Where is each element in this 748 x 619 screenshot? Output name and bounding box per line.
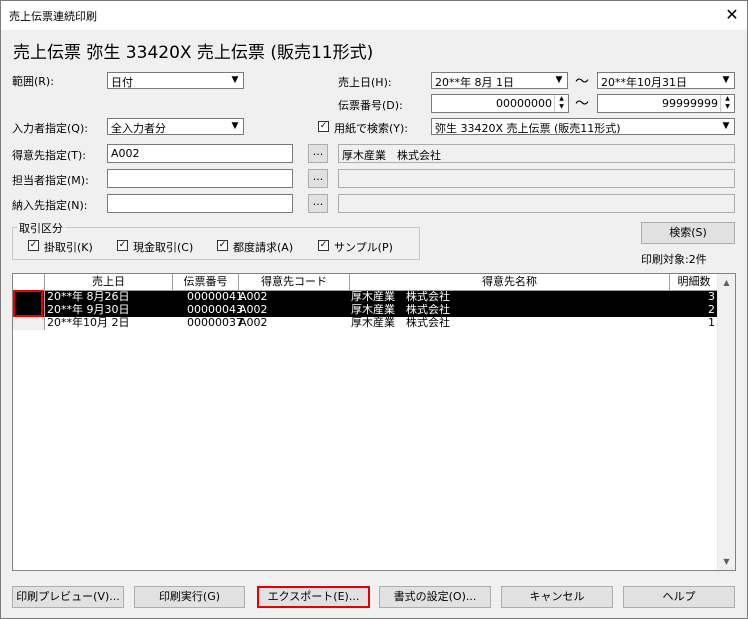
- dialog-window: 売上伝票連続印刷 ✕ 売上伝票 弥生 33420X 売上伝票 (販売11形式) …: [0, 0, 748, 619]
- print-target-count: 印刷対象:2件: [641, 253, 707, 266]
- title-bar: 売上伝票連続印刷 ✕: [1, 1, 747, 30]
- cell-date: 20**年 8月26日: [47, 291, 130, 303]
- slip-to-stepper[interactable]: 99999999 ▲ ▼: [597, 94, 735, 113]
- chevron-down-icon[interactable]: ▼: [227, 73, 243, 88]
- row-header[interactable]: [13, 317, 45, 330]
- column-line-count[interactable]: 明細数: [670, 274, 719, 290]
- customer-label: 得意先指定(T):: [12, 149, 87, 162]
- cell-code: A002: [239, 291, 268, 303]
- cell-slip: 00000037: [187, 317, 243, 329]
- slip-tilde: ～: [575, 96, 589, 112]
- search-button[interactable]: 検索(S): [641, 222, 735, 244]
- slip-to-value: 99999999: [662, 97, 718, 110]
- cell-count: 1: [708, 317, 715, 329]
- table-row[interactable]: 20**年10月 2日 00000037 A002 厚木産業 株式会社 1: [13, 317, 719, 330]
- paper-value: 弥生 33420X 売上伝票 (販売11形式): [435, 122, 621, 135]
- scroll-down-icon[interactable]: ▼: [718, 553, 735, 570]
- window-title: 売上伝票連続印刷: [9, 10, 97, 23]
- cell-date: 20**年 9月30日: [47, 304, 130, 316]
- cell-count: 2: [708, 304, 715, 316]
- date-to-select[interactable]: 20**年10月31日 ▼: [597, 72, 735, 89]
- date-from-select[interactable]: 20**年 8月 1日 ▼: [431, 72, 568, 89]
- cash-label: 現金取引(C): [133, 241, 194, 254]
- cell-date: 20**年10月 2日: [47, 317, 130, 329]
- per-invoice-checkbox[interactable]: ✓: [217, 240, 228, 251]
- entry-person-value: 全入力者分: [111, 122, 166, 135]
- cash-checkbox[interactable]: ✓: [117, 240, 128, 251]
- delivery-code-input[interactable]: [107, 194, 293, 213]
- delivery-label: 納入先指定(N):: [12, 199, 88, 212]
- paper-search-checkbox[interactable]: ✓: [318, 121, 329, 132]
- cell-slip: 00000041: [187, 291, 243, 303]
- cell-name: 厚木産業 株式会社: [351, 291, 450, 303]
- slip-no-label: 伝票番号(D):: [338, 99, 403, 112]
- entry-person-select[interactable]: 全入力者分 ▼: [107, 118, 244, 135]
- cancel-button[interactable]: キャンセル: [501, 586, 613, 608]
- scroll-up-icon[interactable]: ▲: [718, 274, 735, 291]
- spin-arrows-icon[interactable]: ▲ ▼: [720, 95, 734, 112]
- slip-from-value: 00000000: [496, 97, 552, 110]
- export-button[interactable]: エクスポート(E)...: [257, 586, 370, 608]
- cell-code: A002: [239, 317, 268, 329]
- header-corner: [13, 274, 45, 290]
- cell-name: 厚木産業 株式会社: [351, 317, 450, 329]
- calendar-dropdown-icon[interactable]: ▼: [718, 73, 734, 88]
- close-icon[interactable]: ✕: [721, 4, 743, 26]
- cell-name: 厚木産業 株式会社: [351, 304, 450, 316]
- help-button[interactable]: ヘルプ: [623, 586, 735, 608]
- slip-from-stepper[interactable]: 00000000 ▲ ▼: [431, 94, 569, 113]
- customer-name-value: 厚木産業 株式会社: [342, 149, 441, 162]
- customer-name-field: 厚木産業 株式会社: [338, 144, 735, 163]
- spin-arrows-icon[interactable]: ▲ ▼: [554, 95, 568, 112]
- sample-label: サンプル(P): [334, 241, 393, 254]
- column-customer-name[interactable]: 得意先名称: [350, 274, 670, 290]
- chevron-down-icon[interactable]: ▼: [718, 119, 734, 134]
- customer-code-input[interactable]: A002: [107, 144, 293, 163]
- table-scrollbar[interactable]: ▲ ▼: [717, 274, 735, 570]
- staff-lookup-button[interactable]: ...: [308, 169, 328, 188]
- date-from-value: 20**年 8月 1日: [435, 76, 514, 89]
- paper-search-label: 用紙で検索(Y):: [334, 122, 409, 135]
- slip-table: 売上日 伝票番号 得意先コード 得意先名称 明細数 20**年 8月26日 00…: [12, 273, 736, 571]
- delivery-name-field: [338, 194, 735, 213]
- range-tilde: ～: [575, 74, 589, 90]
- date-to-value: 20**年10月31日: [601, 76, 687, 89]
- entry-person-label: 入力者指定(Q):: [12, 122, 88, 135]
- delivery-lookup-button[interactable]: ...: [308, 194, 328, 213]
- column-sales-date[interactable]: 売上日: [45, 274, 173, 290]
- customer-code-value: A002: [111, 147, 140, 160]
- credit-label: 掛取引(K): [44, 241, 93, 254]
- sample-checkbox[interactable]: ✓: [318, 240, 329, 251]
- column-customer-code[interactable]: 得意先コード: [239, 274, 350, 290]
- cell-slip: 00000043: [187, 304, 243, 316]
- print-execute-button[interactable]: 印刷実行(G): [134, 586, 245, 608]
- sales-date-label: 売上日(H):: [338, 76, 392, 89]
- calendar-dropdown-icon[interactable]: ▼: [551, 73, 567, 88]
- paper-select[interactable]: 弥生 33420X 売上伝票 (販売11形式) ▼: [431, 118, 735, 135]
- table-row[interactable]: 20**年 8月26日 00000041 A002 厚木産業 株式会社 3: [13, 291, 719, 304]
- chevron-down-icon[interactable]: ▼: [227, 119, 243, 134]
- row-selection-highlight: [13, 290, 43, 317]
- range-value: 日付: [111, 76, 133, 89]
- print-preview-button[interactable]: 印刷プレビュー(V)...: [12, 586, 124, 608]
- cell-code: A002: [239, 304, 268, 316]
- transaction-type-title: 取引区分: [17, 220, 65, 236]
- cell-count: 3: [708, 291, 715, 303]
- customer-lookup-button[interactable]: ...: [308, 144, 328, 163]
- page-title: 売上伝票 弥生 33420X 売上伝票 (販売11形式): [13, 43, 374, 63]
- staff-name-field: [338, 169, 735, 188]
- staff-label: 担当者指定(M):: [12, 174, 89, 187]
- range-label: 範囲(R):: [12, 75, 54, 88]
- format-settings-button[interactable]: 書式の設定(O)...: [379, 586, 491, 608]
- per-invoice-label: 都度請求(A): [233, 241, 294, 254]
- staff-code-input[interactable]: [107, 169, 293, 188]
- column-slip-no[interactable]: 伝票番号: [173, 274, 239, 290]
- range-select[interactable]: 日付 ▼: [107, 72, 244, 89]
- credit-checkbox[interactable]: ✓: [28, 240, 39, 251]
- table-header: 売上日 伝票番号 得意先コード 得意先名称 明細数: [13, 274, 719, 291]
- table-row[interactable]: 20**年 9月30日 00000043 A002 厚木産業 株式会社 2: [13, 304, 719, 317]
